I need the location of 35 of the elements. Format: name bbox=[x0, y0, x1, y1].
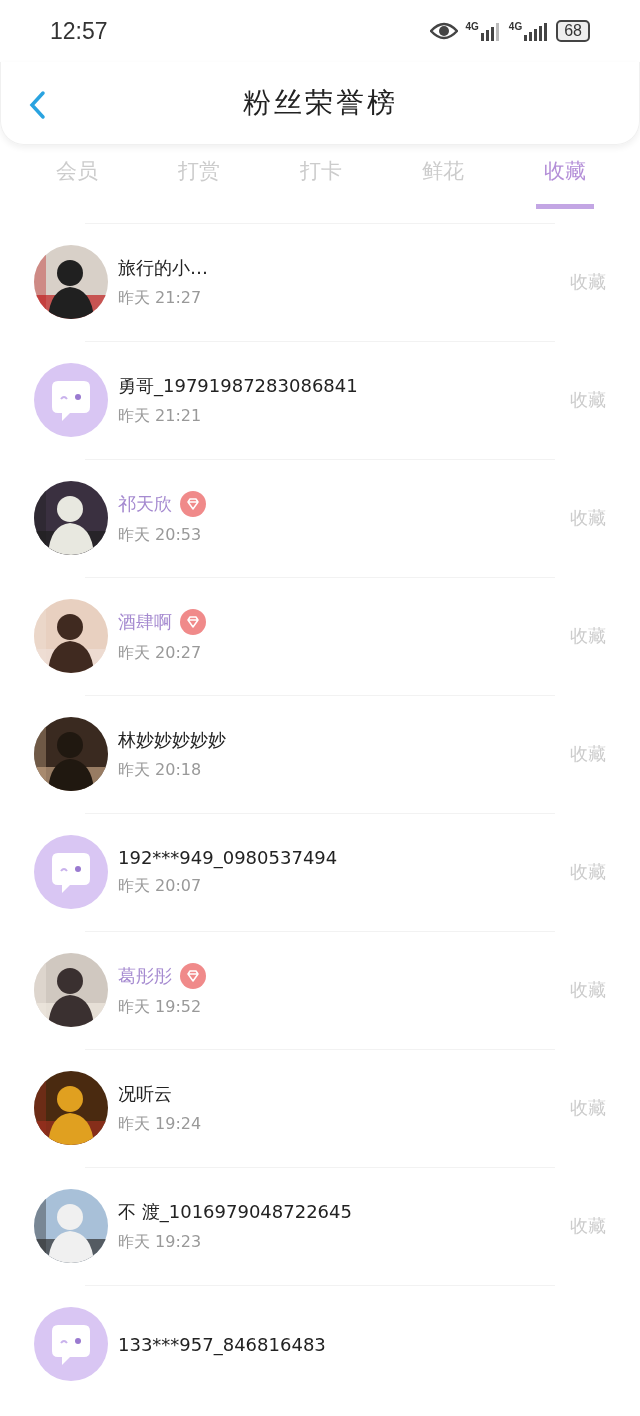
user-name: 不 渡_1016979048722645 bbox=[118, 1199, 352, 1224]
network-label: 4G bbox=[465, 21, 479, 32]
timestamp: 昨天 19:23 bbox=[118, 1231, 203, 1253]
default-avatar-icon bbox=[34, 1307, 108, 1381]
tab[interactable]: 收藏 bbox=[536, 157, 594, 209]
user-name: 酒肆啊 bbox=[118, 609, 172, 634]
signal-icon bbox=[524, 21, 549, 41]
timestamp: 昨天 20:27 bbox=[118, 642, 203, 664]
back-button[interactable] bbox=[27, 90, 47, 120]
timestamp: 昨天 21:21 bbox=[118, 405, 203, 427]
diamond-badge-icon bbox=[180, 608, 206, 635]
network-label: 4G bbox=[508, 21, 523, 32]
user-name: 192***949_0980537494 bbox=[118, 847, 338, 868]
page-title: 粉丝荣誉榜 bbox=[241, 85, 399, 121]
battery-level: 68 bbox=[556, 20, 590, 42]
eye-icon bbox=[429, 22, 458, 40]
timestamp: 昨天 20:53 bbox=[118, 524, 203, 546]
default-avatar-icon bbox=[34, 363, 108, 437]
timestamp: 昨天 19:24 bbox=[118, 1113, 203, 1135]
default-avatar-icon bbox=[34, 835, 108, 909]
user-name: 林妙妙妙妙妙 bbox=[118, 727, 226, 752]
user-name: 祁天欣 bbox=[118, 491, 172, 516]
timestamp: 昨天 20:18 bbox=[118, 759, 203, 781]
timestamp: 昨天 19:52 bbox=[118, 996, 203, 1018]
diamond-badge-icon bbox=[180, 962, 206, 989]
clock: 12:57 bbox=[50, 17, 109, 45]
user-name: 况听云 bbox=[118, 1081, 172, 1106]
timestamp: 昨天 21:27 bbox=[118, 287, 203, 309]
user-name: 133***957_846816483 bbox=[118, 1333, 326, 1355]
signal-icon bbox=[480, 21, 501, 41]
user-name: 葛彤彤 bbox=[118, 963, 172, 988]
user-name: 勇哥_19791987283086841 bbox=[118, 373, 358, 398]
diamond-badge-icon bbox=[180, 490, 206, 517]
timestamp: 昨天 20:07 bbox=[118, 876, 203, 897]
user-name: 旅行的小… bbox=[118, 255, 208, 280]
